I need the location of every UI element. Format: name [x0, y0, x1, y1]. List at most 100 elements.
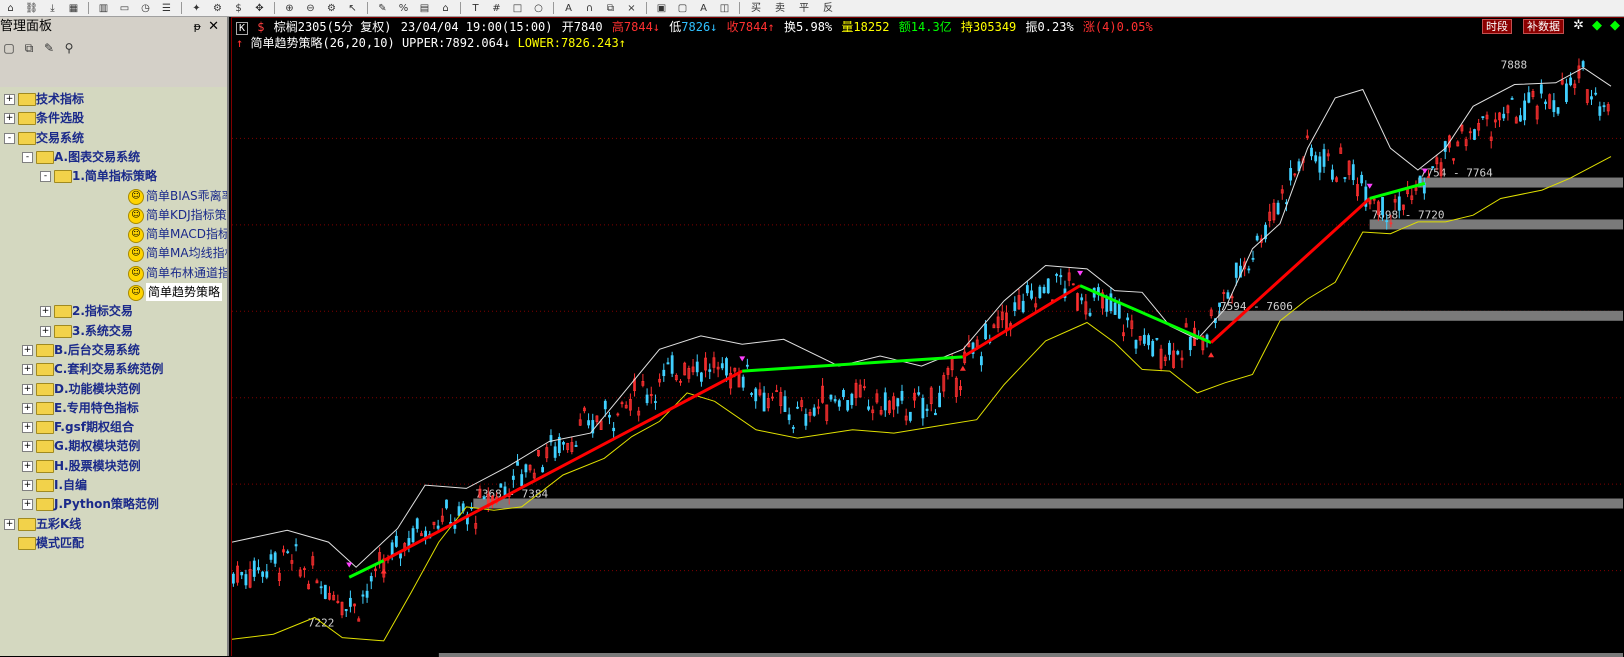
- trade-button[interactable]: 反: [818, 1, 838, 16]
- a-icon[interactable]: A: [560, 1, 577, 16]
- expand-icon[interactable]: +: [22, 364, 33, 376]
- tree-strategy-item[interactable]: ☺简单KDJ指标策略(多头): [0, 206, 227, 224]
- text-icon[interactable]: T: [467, 1, 484, 16]
- expand-icon[interactable]: +: [4, 94, 15, 105]
- sell-signal-icon: [1077, 270, 1084, 276]
- collapse-icon[interactable]: -: [22, 151, 33, 163]
- color-icon[interactable]: A: [695, 1, 712, 16]
- k-line-icon[interactable]: K: [236, 22, 249, 35]
- home-icon[interactable]: ⌂: [2, 1, 19, 16]
- tree-folder-item[interactable]: + 技术指标: [0, 90, 227, 108]
- tree-folder-item[interactable]: + E.专用特色指标: [0, 399, 227, 417]
- close-icon[interactable]: ✕: [208, 17, 219, 37]
- trade-button[interactable]: 卖: [770, 1, 790, 16]
- tree-folder-item[interactable]: 模式匹配: [0, 534, 227, 552]
- expand-icon[interactable]: +: [22, 422, 33, 434]
- tree-strategy-item[interactable]: ☺简单MACD指标策略: [0, 225, 227, 244]
- edit-icon[interactable]: ✎: [42, 41, 56, 55]
- search-icon[interactable]: ⚲: [62, 41, 76, 55]
- tree-folder-item[interactable]: + J.Python策略范例: [0, 495, 227, 513]
- dollar-icon[interactable]: $: [230, 1, 247, 16]
- tree-folder-item[interactable]: + 五彩K线: [0, 515, 227, 533]
- settings-icon[interactable]: ⚙: [323, 1, 340, 16]
- tree-strategy-item[interactable]: ☺简单BIAS乖离率指标策略: [0, 187, 227, 205]
- period-button[interactable]: 时段: [1482, 19, 1512, 34]
- expand-icon[interactable]: +: [22, 460, 33, 472]
- link-icon[interactable]: ⛓: [23, 1, 40, 16]
- expand-icon[interactable]: +: [22, 499, 33, 511]
- clone-icon[interactable]: ◫: [716, 1, 733, 16]
- expand-icon[interactable]: +: [22, 441, 33, 453]
- ruler-icon[interactable]: ▤: [416, 1, 433, 16]
- supplement-data-button[interactable]: 补数据: [1523, 19, 1564, 34]
- tree-folder-item[interactable]: - A.图表交易系统: [0, 148, 227, 166]
- gear-icon[interactable]: ✲: [1573, 18, 1584, 33]
- zoom-in-icon[interactable]: ⊕: [281, 1, 298, 16]
- price-chart[interactable]: 78887754 - 77647698 - 77207594 - 7606736…: [232, 52, 1623, 657]
- new-icon[interactable]: ▢: [2, 41, 16, 55]
- chart-bars-icon[interactable]: ▥: [95, 1, 112, 16]
- cursor-icon[interactable]: ↖: [344, 1, 361, 16]
- tree-strategy-item[interactable]: ☺ 简单趋势策略: [0, 283, 227, 301]
- tree-folder-item[interactable]: + 条件选股: [0, 109, 227, 127]
- tree-folder-item[interactable]: + B.后台交易系统: [0, 341, 227, 359]
- pin-icon[interactable]: ᵽ: [194, 17, 201, 37]
- candle-body: [1360, 174, 1364, 184]
- collapse-icon[interactable]: -: [40, 171, 51, 183]
- copy-icon[interactable]: ⧉: [602, 1, 619, 16]
- expand-icon[interactable]: +: [22, 480, 33, 491]
- zoom-out-icon[interactable]: ⊖: [302, 1, 319, 16]
- tree-folder-item[interactable]: + C.套利交易系统范例: [0, 360, 227, 378]
- expand-icon[interactable]: +: [22, 402, 33, 414]
- rect-icon[interactable]: □: [509, 1, 526, 16]
- folder-icon: [36, 498, 54, 512]
- expand-icon[interactable]: +: [4, 113, 15, 125]
- tree-folder-item[interactable]: + G.期权模块范例: [0, 437, 227, 455]
- trade-button[interactable]: 买: [746, 1, 766, 16]
- circle-icon[interactable]: ○: [530, 1, 547, 16]
- expand-icon[interactable]: +: [4, 518, 15, 530]
- dollar-icon[interactable]: $: [257, 20, 264, 34]
- grid-icon[interactable]: ▦: [65, 1, 82, 16]
- lock-icon[interactable]: ∩: [581, 1, 598, 16]
- diamond-icon[interactable]: ◆: [1592, 18, 1602, 33]
- crosshair-icon[interactable]: ✥: [251, 1, 268, 16]
- x-icon[interactable]: ×: [623, 1, 640, 16]
- expand-icon[interactable]: +: [22, 344, 33, 356]
- marker-icon[interactable]: ⌂: [437, 1, 454, 16]
- candle-body: [1042, 286, 1046, 293]
- candle-body: [411, 528, 415, 543]
- folder-icon: [36, 150, 54, 164]
- percent-icon[interactable]: %: [395, 1, 412, 16]
- screen-icon[interactable]: ▭: [116, 1, 133, 16]
- download-icon[interactable]: ⤓: [44, 1, 61, 16]
- gear-icon[interactable]: ⚙: [209, 1, 226, 16]
- list-icon[interactable]: ☰: [158, 1, 175, 16]
- grid2-icon[interactable]: #: [488, 1, 505, 16]
- tree-strategy-item[interactable]: ☺简单MA均线指标策略: [0, 244, 227, 263]
- tree-folder-item[interactable]: + F.gsf期权组合: [0, 418, 227, 436]
- expand-icon[interactable]: +: [40, 306, 51, 318]
- candle-body: [1473, 129, 1476, 140]
- expand-icon[interactable]: +: [22, 383, 33, 395]
- pen-icon[interactable]: ✎: [374, 1, 391, 16]
- star-icon[interactable]: ✦: [188, 1, 205, 16]
- candle-body: [399, 553, 402, 559]
- expand-icon[interactable]: +: [40, 325, 51, 337]
- copy-icon[interactable]: ⧉: [22, 41, 36, 55]
- paste-icon[interactable]: ▣: [653, 1, 670, 16]
- clock-icon[interactable]: ◷: [137, 1, 154, 16]
- tree-folder-item[interactable]: + D.功能模块范例: [0, 380, 227, 398]
- tree-folder-item[interactable]: - 交易系统: [0, 129, 227, 147]
- tree-folder-item[interactable]: +2.指标交易: [0, 302, 227, 320]
- tree-folder-item[interactable]: +3.系统交易: [0, 322, 227, 340]
- tree-folder-item[interactable]: - 1.简单指标策略: [0, 167, 227, 185]
- tree-folder-item[interactable]: + I.自编: [0, 476, 227, 494]
- tree-strategy-item[interactable]: ☺简单布林通道指标策略: [0, 264, 227, 282]
- chart-area[interactable]: K $ 棕榈2305(5分 复权) 23/04/04 19:00(15:00) …: [231, 17, 1624, 657]
- trade-button[interactable]: 平: [794, 1, 814, 16]
- collapse-icon[interactable]: -: [4, 132, 15, 144]
- tree-folder-item[interactable]: + H.股票模块范例: [0, 457, 227, 475]
- diamond2-icon[interactable]: ◆: [1610, 18, 1620, 33]
- save-icon[interactable]: ▢: [674, 1, 691, 16]
